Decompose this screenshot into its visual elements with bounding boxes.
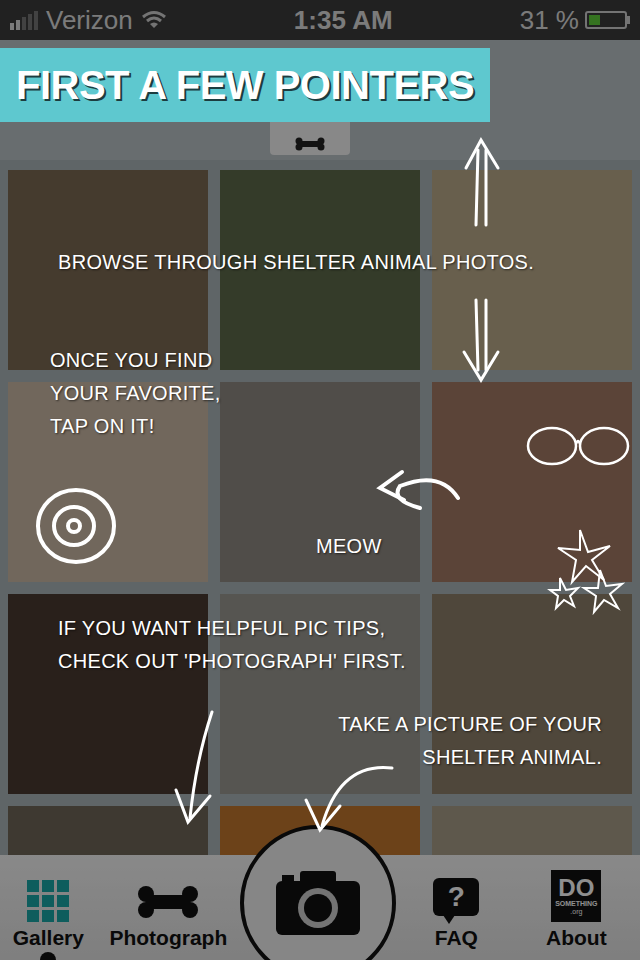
- banner-title: FIRST A FEW POINTERS: [16, 63, 474, 108]
- note-line: YOUR FAVORITE,: [50, 377, 221, 410]
- tutorial-note: ONCE YOU FINDYOUR FAVORITE,TAP ON IT!: [50, 344, 221, 443]
- tutorial-banner: FIRST A FEW POINTERS: [0, 48, 490, 122]
- note-line: SHELTER ANIMAL.: [422, 741, 602, 774]
- note-line: MEOW: [316, 530, 382, 563]
- tutorial-note: BROWSE THROUGH SHELTER ANIMAL PHOTOS.: [58, 246, 534, 279]
- doodle-layer: [0, 0, 640, 960]
- tap-target-icon: [38, 490, 114, 562]
- tutorial-overlay[interactable]: [0, 0, 640, 960]
- curved-arrow-icon: [306, 767, 392, 830]
- tutorial-note: IF YOU WANT HELPFUL PIC TIPS,CHECK OUT '…: [58, 612, 406, 678]
- down-arrow-icon: [176, 712, 212, 822]
- note-line: TAP ON IT!: [50, 410, 221, 443]
- down-arrow-icon: [464, 300, 498, 380]
- tutorial-note: MEOW: [316, 530, 382, 563]
- tutorial-note: TAKE A PICTURE OF YOURSHELTER ANIMAL.: [338, 708, 602, 774]
- app-screen: Verizon1:35 AM31 %GalleryPhotograph?FAQD…: [0, 0, 640, 960]
- curved-arrow-icon: [380, 472, 458, 508]
- glasses-icon: [528, 428, 628, 464]
- up-arrow-icon: [466, 140, 498, 225]
- note-line: TAKE A PICTURE OF YOUR: [338, 708, 602, 741]
- stars-icon: [550, 530, 622, 612]
- note-line: CHECK OUT 'PHOTOGRAPH' FIRST.: [58, 645, 406, 678]
- note-line: IF YOU WANT HELPFUL PIC TIPS,: [58, 612, 406, 645]
- note-line: BROWSE THROUGH SHELTER ANIMAL PHOTOS.: [58, 246, 534, 279]
- note-line: ONCE YOU FIND: [50, 344, 221, 377]
